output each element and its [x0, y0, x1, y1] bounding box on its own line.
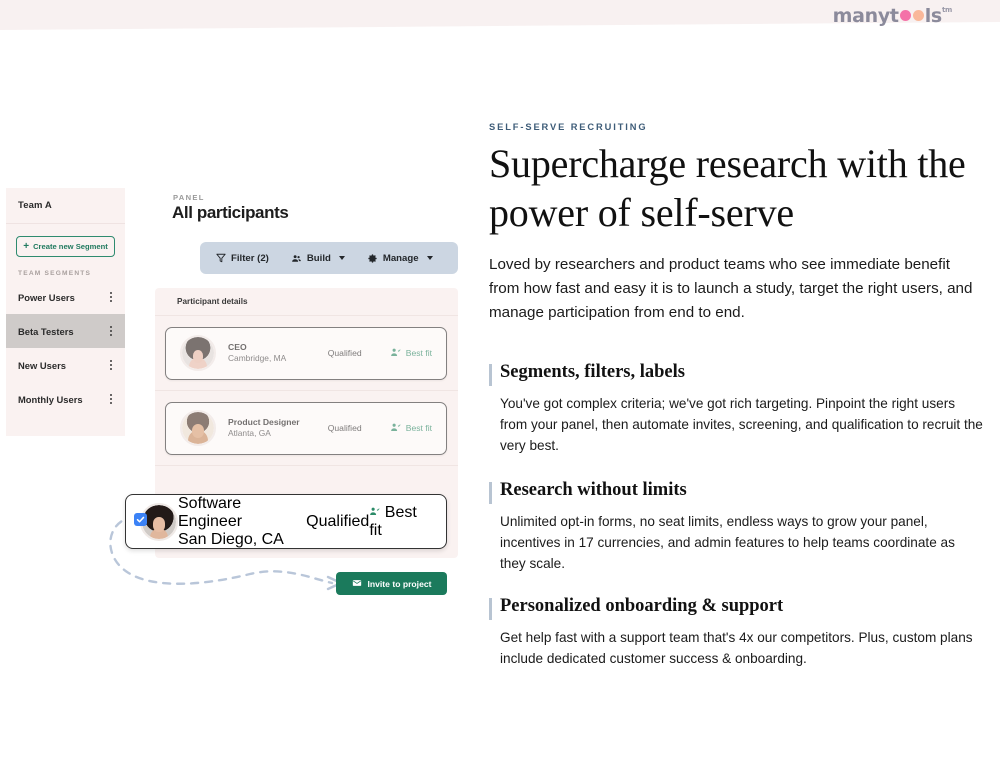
invite-button-label: Invite to project	[367, 578, 432, 589]
participant-fit-badge: Best fit	[390, 422, 432, 435]
invite-to-project-button[interactable]: Invite to project	[336, 572, 447, 595]
feature-title: Segments, filters, labels	[500, 362, 685, 382]
feature-title: Personalized onboarding & support	[500, 596, 784, 616]
page-title: Supercharge research with the power of s…	[489, 141, 966, 235]
more-vertical-icon[interactable]	[107, 324, 115, 338]
table-row: Product Designer Atlanta, GA Qualified B…	[155, 391, 458, 466]
participant-fit-badge: Best fit	[390, 347, 432, 360]
feature-body: Unlimited opt-in forms, no seat limits, …	[500, 514, 955, 572]
panel-toolbar: Filter (2) Build Manage	[200, 242, 458, 274]
participant-status: Qualified	[327, 423, 362, 433]
build-button[interactable]: Build	[280, 253, 356, 264]
team-name-header: Team A	[6, 188, 125, 224]
participant-role: CEO	[228, 342, 247, 353]
participant-role: Product Designer	[228, 417, 300, 428]
filter-label: Filter (2)	[231, 252, 269, 264]
participant-row-software-engineer[interactable]: Software Engineer San Diego, CA Qualifie…	[125, 494, 447, 549]
feature-block-onboarding: Personalized onboarding & support Get he…	[489, 595, 984, 669]
person-check-icon	[369, 504, 384, 521]
envelope-icon	[352, 578, 362, 590]
logo-text-primary: manyt	[832, 5, 899, 27]
sidebar-item-new-users[interactable]: New Users	[6, 348, 125, 382]
logo-dot-peach-icon	[912, 10, 924, 21]
avatar	[180, 335, 216, 371]
sidebar-item-label: Power Users	[18, 291, 75, 303]
app-screenshot-mock: Team A + Create new Segment TEAM SEGMENT…	[0, 0, 470, 757]
feature-body: You've got complex criteria; we've got r…	[500, 396, 983, 454]
manage-button[interactable]: Manage	[356, 253, 444, 264]
participant-fit-badge: Best fit	[369, 504, 432, 540]
participant-location: Atlanta, GA	[228, 427, 271, 438]
sidebar-item-label: Monthly Users	[18, 393, 83, 405]
lede-paragraph: Loved by researchers and product teams w…	[489, 256, 973, 322]
sidebar-item-label: New Users	[18, 359, 66, 371]
team-segments-label: TEAM SEGMENTS	[18, 270, 92, 277]
participant-select-checkbox[interactable]	[134, 513, 147, 526]
more-vertical-icon[interactable]	[107, 358, 115, 372]
logo-dot-pink-icon	[899, 10, 911, 21]
accent-bar	[489, 364, 492, 386]
sidebar-item-label: Beta Testers	[18, 325, 74, 337]
feature-block-segments: Segments, filters, labels You've got com…	[489, 361, 984, 456]
more-vertical-icon[interactable]	[107, 290, 115, 304]
gear-icon	[367, 253, 378, 264]
participant-location: San Diego, CA	[178, 530, 284, 548]
segments-sidebar: Team A + Create new Segment TEAM SEGMENT…	[6, 188, 125, 436]
participant-row-ceo[interactable]: CEO Cambridge, MA Qualified Best fit	[165, 326, 447, 380]
feature-title: Research without limits	[500, 480, 687, 500]
manytools-logo: manyt ls tm	[832, 5, 953, 27]
logo-text-secondary: ls	[924, 5, 943, 27]
feature-block-research: Research without limits Unlimited opt-in…	[489, 479, 984, 574]
participant-row-product-designer[interactable]: Product Designer Atlanta, GA Qualified B…	[165, 401, 447, 455]
chevron-down-icon	[426, 256, 433, 260]
table-row: CEO Cambridge, MA Qualified Best fit	[155, 316, 458, 391]
person-check-icon	[390, 347, 401, 360]
avatar	[180, 410, 216, 446]
panel-eyebrow: PANEL	[173, 193, 205, 202]
logo-trademark: tm	[941, 6, 952, 14]
participant-status: Qualified	[327, 348, 362, 358]
person-check-icon	[390, 422, 401, 435]
feature-body: Get help fast with a support team that's…	[500, 630, 973, 667]
page-root: manyt ls tm Team A + Create new Segment …	[0, 0, 1000, 757]
participant-details-header: Participant details	[155, 288, 458, 316]
filter-icon	[216, 253, 226, 263]
accent-bar	[489, 598, 492, 620]
create-segment-label: Create new Segment	[33, 242, 108, 251]
participant-fit-label: Best fit	[405, 348, 432, 358]
sidebar-item-beta-testers[interactable]: Beta Testers	[6, 314, 125, 348]
chevron-down-icon	[338, 256, 345, 260]
participant-fit-label: Best fit	[405, 423, 432, 433]
section-eyebrow: SELF-SERVE RECRUITING	[489, 122, 648, 132]
participant-status: Qualified	[306, 512, 370, 530]
more-vertical-icon[interactable]	[107, 392, 115, 406]
accent-bar	[489, 482, 492, 504]
plus-icon: +	[23, 240, 30, 252]
create-new-segment-button[interactable]: + Create new Segment	[16, 236, 115, 257]
build-label: Build	[306, 252, 331, 264]
sidebar-item-power-users[interactable]: Power Users	[6, 280, 125, 314]
panel-title: All participants	[172, 203, 289, 222]
manage-label: Manage	[382, 252, 419, 264]
participant-location: Cambridge, MA	[228, 352, 287, 363]
sidebar-item-monthly-users[interactable]: Monthly Users	[6, 382, 125, 416]
filter-button[interactable]: Filter (2)	[200, 253, 280, 264]
participant-role: Software Engineer	[178, 494, 243, 530]
people-icon	[291, 253, 302, 264]
